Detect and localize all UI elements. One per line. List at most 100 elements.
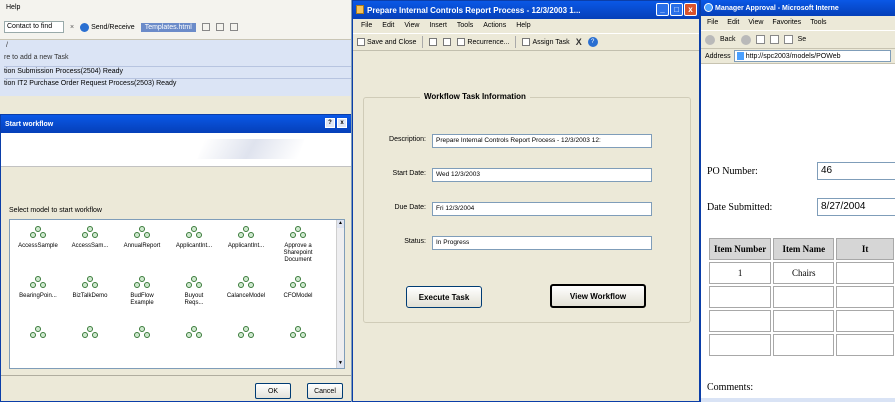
model-name: CalanceModel [226, 293, 266, 299]
contact-find-input[interactable]: Contact to find [4, 21, 64, 33]
workflow-model-icon [290, 326, 306, 340]
model-item[interactable]: ApplicantInt... [220, 226, 272, 276]
execute-task-button[interactable]: Execute Task [406, 286, 482, 308]
status-field[interactable]: In Progress [432, 236, 652, 250]
minimize-icon[interactable]: _ [656, 3, 669, 16]
back-button[interactable]: Back [720, 36, 736, 43]
add-task-hint[interactable]: re to add a new Task [4, 54, 68, 61]
task-toolbar: Save and Close Recurrence... Assign Task… [353, 33, 699, 51]
menu-tools[interactable]: Tools [457, 22, 473, 30]
help-icon[interactable]: ? [325, 118, 335, 128]
task-row[interactable]: tion IT2 Purchase Order Request Process(… [4, 78, 351, 88]
menu-help[interactable]: Help [6, 4, 20, 11]
task-window-title: Prepare Internal Controls Report Process… [367, 5, 581, 15]
ok-button[interactable]: OK [255, 383, 291, 399]
table-cell[interactable] [709, 334, 772, 356]
menu-tools[interactable]: Tools [810, 19, 826, 27]
date-submitted-input[interactable]: 8/27/2004 [817, 198, 895, 216]
model-item[interactable]: ApplicantInt... [168, 226, 220, 276]
table-cell[interactable] [709, 310, 772, 332]
paperclip-icon[interactable] [443, 38, 452, 46]
search-button[interactable]: Se [798, 36, 807, 43]
model-item[interactable]: Approve a Sharepoint Document [272, 226, 324, 276]
menu-view[interactable]: View [404, 22, 419, 30]
close-icon[interactable]: × [70, 24, 74, 31]
toolbar-icon-3[interactable] [229, 23, 238, 31]
task-row[interactable]: tion Submission Process(2504) Ready [4, 66, 351, 76]
model-list-scrollbar[interactable]: ▲ ▼ [336, 220, 344, 368]
maximize-icon[interactable]: □ [670, 3, 683, 16]
save-close-button[interactable]: Save and Close [357, 38, 416, 46]
menu-view[interactable]: View [748, 19, 763, 27]
description-field[interactable]: Prepare Internal Controls Report Process… [432, 134, 652, 148]
table-cell[interactable] [836, 286, 894, 308]
recurrence-button[interactable]: Recurrence... [457, 38, 509, 46]
stop-icon[interactable] [755, 35, 765, 44]
table-row [709, 310, 894, 332]
model-list[interactable]: AccessSample AccessSam... AnnualReport Appl… [9, 219, 345, 369]
send-receive-button[interactable]: Send/Receive [80, 22, 135, 32]
toolbar-icon-2[interactable] [215, 23, 224, 31]
menu-file[interactable]: File [707, 19, 718, 27]
due-date-field[interactable]: Fri 12/3/2004 [432, 202, 652, 216]
model-item[interactable]: BizTalkDemo [64, 276, 116, 326]
menu-edit[interactable]: Edit [382, 22, 394, 30]
model-item[interactable]: CalanceModel [220, 276, 272, 326]
model-item[interactable]: AnnualReport [116, 226, 168, 276]
forward-icon[interactable] [740, 34, 751, 45]
table-cell[interactable] [709, 286, 772, 308]
refresh-icon[interactable] [769, 35, 779, 44]
model-item[interactable]: BearingPoin... [12, 276, 64, 326]
start-date-field[interactable]: Wed 12/3/2003 [432, 168, 652, 182]
assign-task-button[interactable]: Assign Task [522, 38, 570, 46]
workflow-model-icon [238, 276, 254, 290]
print-icon[interactable] [429, 38, 438, 46]
model-item[interactable]: AccessSample [12, 226, 64, 276]
col-item-more: It [836, 238, 894, 260]
templates-link[interactable]: Templates.html [140, 22, 196, 32]
close-icon[interactable]: x [337, 118, 347, 128]
model-item[interactable] [168, 326, 220, 368]
table-cell[interactable] [836, 334, 894, 356]
table-cell[interactable] [773, 310, 835, 332]
model-item[interactable] [220, 326, 272, 368]
model-item[interactable]: Buyout Reqs... [168, 276, 220, 326]
home-icon[interactable] [783, 35, 793, 44]
menu-actions[interactable]: Actions [483, 22, 506, 30]
view-workflow-button[interactable]: View Workflow [550, 284, 646, 308]
model-item[interactable]: AccessSam... [64, 226, 116, 276]
po-number-input[interactable]: 46 [817, 162, 895, 180]
table-row [709, 334, 894, 356]
scroll-up-icon[interactable]: ▲ [337, 220, 344, 228]
table-cell[interactable] [836, 262, 894, 284]
delete-icon[interactable]: X [576, 37, 582, 47]
table-cell[interactable] [773, 286, 835, 308]
toolbar-separator [515, 36, 517, 48]
model-item[interactable] [12, 326, 64, 368]
model-item[interactable] [64, 326, 116, 368]
model-item[interactable] [116, 326, 168, 368]
url-text: http://spc2003/models/POWeb [745, 52, 841, 60]
model-name: ApplicantInt... [175, 243, 213, 249]
table-cell[interactable]: Chairs [773, 262, 835, 284]
model-name: Buyout Reqs... [184, 293, 204, 306]
model-item[interactable]: BudFlow Example [116, 276, 168, 326]
menu-edit[interactable]: Edit [727, 19, 739, 27]
help-icon[interactable]: ? [587, 37, 598, 47]
menu-insert[interactable]: Insert [429, 22, 447, 30]
model-item[interactable]: CFOModel [272, 276, 324, 326]
menu-help[interactable]: Help [516, 22, 530, 30]
url-input[interactable]: http://spc2003/models/POWeb [733, 50, 891, 62]
table-cell[interactable]: 1 [709, 262, 772, 284]
cancel-button[interactable]: Cancel [307, 383, 343, 399]
scroll-down-icon[interactable]: ▼ [337, 360, 344, 368]
workflow-model-icon [238, 326, 254, 340]
model-item[interactable] [272, 326, 324, 368]
menu-file[interactable]: File [361, 22, 372, 30]
back-icon[interactable] [705, 34, 715, 45]
table-cell[interactable] [836, 310, 894, 332]
close-icon[interactable]: x [684, 3, 697, 16]
toolbar-icon-1[interactable] [201, 23, 210, 31]
table-cell[interactable] [773, 334, 835, 356]
menu-favorites[interactable]: Favorites [772, 19, 801, 27]
